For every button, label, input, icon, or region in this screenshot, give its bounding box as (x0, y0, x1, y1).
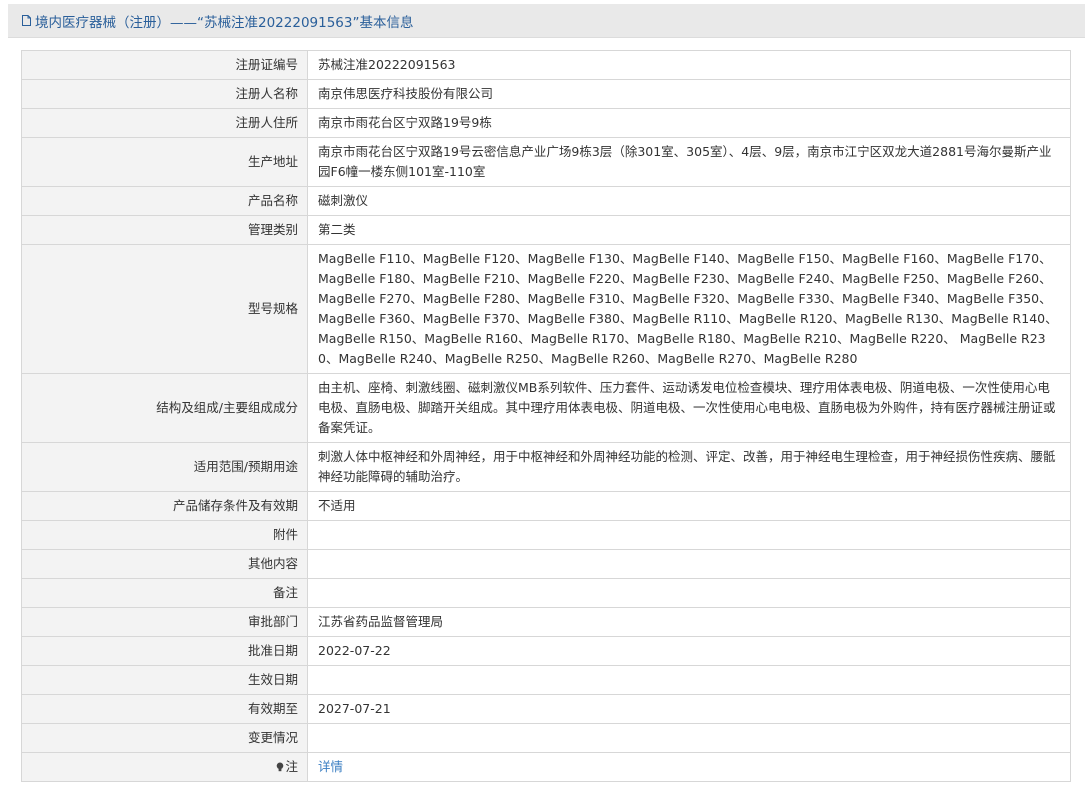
field-label: 注册证编号 (21, 50, 308, 80)
field-label: 注册人名称 (21, 79, 308, 109)
field-value: 2022-07-22 (307, 636, 1071, 666)
field-value: 南京伟思医疗科技股份有限公司 (307, 79, 1071, 109)
field-value: 南京市雨花台区宁双路19号9栋 (307, 108, 1071, 138)
table-row: 备注 (21, 578, 1071, 608)
field-value: 刺激人体中枢神经和外周神经，用于中枢神经和外周神经功能的检测、评定、改善，用于神… (307, 442, 1071, 492)
table-row: 审批部门 江苏省药品监督管理局 (21, 607, 1071, 637)
field-label: 变更情况 (21, 723, 308, 753)
table-row: 生产地址 南京市雨花台区宁双路19号云密信息产业广场9栋3层（除301室、305… (21, 137, 1071, 187)
field-label: 批准日期 (21, 636, 308, 666)
note-label: 注 (285, 759, 298, 774)
field-label: 产品名称 (21, 186, 308, 216)
table-row: 有效期至 2027-07-21 (21, 694, 1071, 724)
table-row: 产品储存条件及有效期 不适用 (21, 491, 1071, 521)
field-label: 结构及组成/主要组成成分 (21, 373, 308, 443)
field-value: 苏械注准20222091563 (307, 50, 1071, 80)
field-value (307, 665, 1071, 695)
field-value (307, 723, 1071, 753)
field-value: 磁刺激仪 (307, 186, 1071, 216)
info-table-container: 注册证编号 苏械注准20222091563 注册人名称 南京伟思医疗科技股份有限… (21, 50, 1071, 782)
table-row: 生效日期 (21, 665, 1071, 695)
table-row: 变更情况 (21, 723, 1071, 753)
field-value: 由主机、座椅、刺激线圈、磁刺激仪MB系列软件、压力套件、运动诱发电位检查模块、理… (307, 373, 1071, 443)
field-value (307, 549, 1071, 579)
table-row: 注册人住所 南京市雨花台区宁双路19号9栋 (21, 108, 1071, 138)
field-value: 南京市雨花台区宁双路19号云密信息产业广场9栋3层（除301室、305室）、4层… (307, 137, 1071, 187)
field-value: 不适用 (307, 491, 1071, 521)
field-value: 第二类 (307, 215, 1071, 245)
table-row: 适用范围/预期用途 刺激人体中枢神经和外周神经，用于中枢神经和外周神经功能的检测… (21, 442, 1071, 492)
field-label: 型号规格 (21, 244, 308, 374)
field-label: 产品储存条件及有效期 (21, 491, 308, 521)
field-value: 2027-07-21 (307, 694, 1071, 724)
table-row: 结构及组成/主要组成成分 由主机、座椅、刺激线圈、磁刺激仪MB系列软件、压力套件… (21, 373, 1071, 443)
table-row: 注册证编号 苏械注准20222091563 (21, 50, 1071, 80)
field-value (307, 520, 1071, 550)
details-link[interactable]: 详情 (318, 759, 343, 774)
table-row: 附件 (21, 520, 1071, 550)
field-value: MagBelle F110、MagBelle F120、MagBelle F13… (307, 244, 1071, 374)
field-label: 注册人住所 (21, 108, 308, 138)
field-label: 生效日期 (21, 665, 308, 695)
field-value (307, 578, 1071, 608)
field-label: 管理类别 (21, 215, 308, 245)
note-row: 注 详情 (21, 752, 1071, 782)
field-label: 审批部门 (21, 607, 308, 637)
field-label: 附件 (21, 520, 308, 550)
field-label: 其他内容 (21, 549, 308, 579)
table-row: 型号规格 MagBelle F110、MagBelle F120、MagBell… (21, 244, 1071, 374)
document-icon (22, 15, 31, 26)
field-label: 适用范围/预期用途 (21, 442, 308, 492)
field-label: 备注 (21, 578, 308, 608)
table-row: 批准日期 2022-07-22 (21, 636, 1071, 666)
table-row: 管理类别 第二类 (21, 215, 1071, 245)
table-row: 产品名称 磁刺激仪 (21, 186, 1071, 216)
note-value-cell: 详情 (307, 752, 1071, 782)
table-row: 注册人名称 南京伟思医疗科技股份有限公司 (21, 79, 1071, 109)
field-value: 江苏省药品监督管理局 (307, 607, 1071, 637)
lightbulb-icon (277, 762, 284, 772)
info-table: 注册证编号 苏械注准20222091563 注册人名称 南京伟思医疗科技股份有限… (21, 50, 1071, 782)
page-title-bar: 境内医疗器械（注册）——“苏械注准20222091563”基本信息 (8, 4, 1085, 38)
page-title: 境内医疗器械（注册）——“苏械注准20222091563”基本信息 (35, 14, 414, 31)
field-label: 生产地址 (21, 137, 308, 187)
table-row: 其他内容 (21, 549, 1071, 579)
note-label-cell: 注 (21, 752, 308, 782)
field-label: 有效期至 (21, 694, 308, 724)
